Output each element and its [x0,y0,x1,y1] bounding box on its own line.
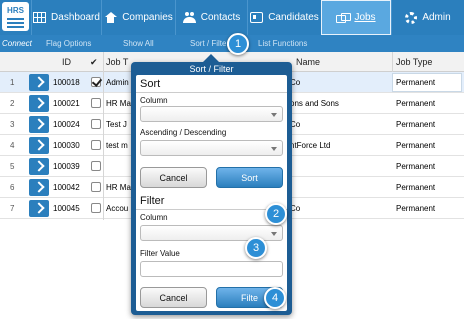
tab-companies[interactable]: Companies [101,0,175,35]
row-checkbox[interactable] [91,161,101,171]
row-id: 100018 [53,78,80,87]
row-id: 100045 [53,204,80,213]
row-job-type: Permanent [396,141,436,150]
row-company-name: ntForce Ltd [290,141,331,150]
house-icon [104,12,118,23]
row-checkbox[interactable] [91,77,101,87]
row-id: 100042 [53,183,80,192]
sort-filter-link[interactable]: Sort / Filter [190,39,228,48]
row-job-type: Permanent [396,204,436,213]
tab-candidates[interactable]: Candidates [247,0,321,35]
flag-options-link[interactable]: Flag Options [46,39,91,48]
tab-dashboard[interactable]: Dashboard [31,0,101,35]
filter-value-label: Filter Value [140,249,180,258]
gear-icon [405,11,418,24]
top-nav: HRS Dashboard Companies Contacts Candida… [0,0,464,35]
sort-column-label: Column [140,96,168,105]
row-job-title: test m [106,141,128,150]
row-company-name: ons and Sons [290,99,339,108]
popup-title: Sort / Filter [189,64,234,74]
row-job-title: Admin [106,78,129,87]
row-checkbox[interactable] [91,119,101,129]
row-number: 3 [10,120,15,129]
people-icon [182,12,196,23]
row-number: 6 [10,183,15,192]
row-number: 4 [10,141,15,150]
sort-order-label: Ascending / Descending [140,128,227,137]
row-job-title: Accou [106,204,129,213]
jobs-icon [336,12,352,23]
sort-heading: Sort [140,78,161,90]
row-checkbox[interactable] [91,140,101,150]
tab-jobs[interactable]: Jobs [321,0,391,35]
open-record-button[interactable] [29,179,49,196]
card-icon [250,12,264,23]
col-company-name[interactable]: Name [296,57,320,67]
row-job-title: HR Ma [106,99,131,108]
app-logo[interactable]: HRS [2,2,29,31]
step-marker-2: 2 [265,203,287,225]
step-marker-1: 1 [227,33,249,55]
sort-column-select[interactable] [140,106,283,122]
tab-contacts[interactable]: Contacts [175,0,247,35]
open-record-button[interactable] [29,74,49,91]
row-job-type: Permanent [396,183,436,192]
list-functions-link[interactable]: List Functions [258,39,307,48]
row-id: 100024 [53,120,80,129]
row-number: 2 [10,99,15,108]
step-marker-4: 4 [264,287,286,309]
open-record-button[interactable] [29,137,49,154]
col-id[interactable]: ID [62,57,71,67]
column-divider [103,52,104,220]
open-record-button[interactable] [29,200,49,217]
logo-text: HRS [7,6,24,15]
open-record-button[interactable] [29,95,49,112]
filter-column-label: Column [140,213,168,222]
show-all-link[interactable]: Show All [123,39,154,48]
row-number: 7 [10,204,15,213]
sort-button[interactable]: Sort [216,167,283,188]
connect-label: Connect [2,39,32,48]
row-job-type: Permanent [396,120,436,129]
row-checkbox[interactable] [91,98,101,108]
sort-cancel-button[interactable]: Cancel [140,167,207,188]
row-number: 1 [10,78,15,87]
row-checkbox[interactable] [91,203,101,213]
filter-cancel-button[interactable]: Cancel [140,287,207,308]
tab-admin[interactable]: Admin [391,0,464,35]
sort-order-select[interactable] [140,140,283,156]
column-divider [392,52,393,72]
row-job-type: Permanent [396,78,436,87]
row-id: 100021 [53,99,80,108]
open-record-button[interactable] [29,158,49,175]
col-check[interactable]: ✔ [90,57,98,68]
sort-filter-popup: Sort / Filter Sort Column Ascending / De… [131,54,292,315]
row-id: 100030 [53,141,80,150]
row-id: 100039 [53,162,80,171]
open-record-button[interactable] [29,116,49,133]
row-checkbox[interactable] [91,182,101,192]
row-job-title: HR Ma [106,183,131,192]
row-job-type: Permanent [396,162,436,171]
popup-arrow [203,54,219,62]
step-marker-3: 3 [245,237,267,259]
filter-heading: Filter [140,195,165,207]
popup-body: Sort Column Ascending / Descending Cance… [136,75,287,311]
col-job-type[interactable]: Job Type [396,57,432,67]
row-job-type: Permanent [396,99,436,108]
row-job-title: Test J [106,120,127,129]
row-number: 5 [10,162,15,171]
dashboard-icon [33,12,47,23]
filter-value-input[interactable] [140,261,283,277]
col-job-title[interactable]: Job T [106,57,128,67]
